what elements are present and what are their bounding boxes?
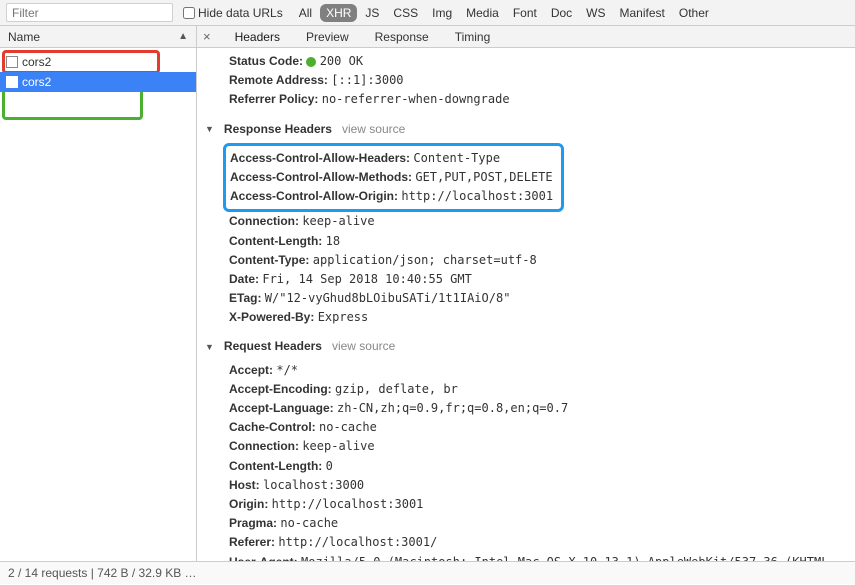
main-split: Name ▲ cors2 cors2 × Headers Preview Respon… (0, 26, 855, 561)
request-header-row: Accept-Encoding: gzip, deflate, br (215, 380, 855, 399)
disclosure-triangle-icon: ▼ (205, 122, 214, 136)
hide-data-urls-checkbox[interactable]: Hide data URLs (183, 6, 283, 20)
type-filter-img[interactable]: Img (426, 4, 458, 22)
request-header-row: Origin: http://localhost:3001 (215, 495, 855, 514)
general-remote-address: Remote Address: [::1]:3000 (215, 71, 855, 90)
annotation-blue-box: Access-Control-Allow-Headers: Content-Ty… (223, 143, 564, 213)
request-row[interactable]: cors2 (0, 52, 196, 72)
type-filter-media[interactable]: Media (460, 4, 505, 22)
request-header-row: User-Agent: Mozilla/5.0 (Macintosh; Inte… (215, 553, 855, 562)
hide-data-urls-box[interactable] (183, 7, 195, 19)
response-header-row: Content-Type: application/json; charset=… (215, 251, 855, 270)
sort-arrow-icon: ▲ (178, 31, 188, 42)
type-filter-all[interactable]: All (293, 4, 318, 22)
detail-tab-bar: × Headers Preview Response Timing (197, 26, 855, 48)
type-filter-css[interactable]: CSS (387, 4, 424, 22)
hide-data-urls-label: Hide data URLs (198, 6, 283, 20)
request-list-pane: Name ▲ cors2 cors2 (0, 26, 197, 561)
response-headers-section[interactable]: ▼ Response Headers view source (205, 120, 855, 139)
request-name: cors2 (22, 75, 51, 89)
response-header-row: Date: Fri, 14 Sep 2018 10:40:55 GMT (215, 270, 855, 289)
request-name: cors2 (22, 55, 51, 69)
status-bar-text: 2 / 14 requests | 742 B / 32.9 KB … (8, 566, 197, 580)
request-row[interactable]: cors2 (0, 72, 196, 92)
network-toolbar: Hide data URLs AllXHRJSCSSImgMediaFontDo… (0, 0, 855, 26)
request-header-row: Accept: */* (215, 361, 855, 380)
type-filter-font[interactable]: Font (507, 4, 543, 22)
status-bar: 2 / 14 requests | 742 B / 32.9 KB … (0, 561, 855, 584)
tab-preview[interactable]: Preview (304, 27, 351, 47)
request-header-row: Pragma: no-cache (215, 514, 855, 533)
name-column-header[interactable]: Name ▲ (0, 26, 196, 48)
response-header-row: X-Powered-By: Express (215, 308, 855, 327)
request-headers-section[interactable]: ▼ Request Headers view source (205, 337, 855, 356)
response-header-row: Access-Control-Allow-Methods: GET,PUT,PO… (230, 168, 553, 187)
tab-headers[interactable]: Headers (233, 27, 282, 47)
disclosure-triangle-icon: ▼ (205, 340, 214, 354)
headers-panel: Status Code: 200 OK Remote Address: [::1… (197, 48, 855, 561)
type-filter-group: AllXHRJSCSSImgMediaFontDocWSManifestOthe… (293, 4, 715, 22)
response-header-row: ETag: W/"12-vyGhud8bLOibuSATi/1t1IAiO/8" (215, 289, 855, 308)
response-header-row: Access-Control-Allow-Headers: Content-Ty… (230, 149, 553, 168)
name-column-label: Name (8, 30, 40, 44)
file-icon (6, 76, 18, 88)
request-header-row: Cache-Control: no-cache (215, 418, 855, 437)
file-icon (6, 56, 18, 68)
view-source-link[interactable]: view source (342, 120, 405, 139)
general-referrer-policy: Referrer Policy: no-referrer-when-downgr… (215, 90, 855, 109)
close-detail-button[interactable]: × (203, 29, 211, 44)
view-source-link[interactable]: view source (332, 337, 395, 356)
tab-response[interactable]: Response (373, 27, 431, 47)
filter-input[interactable] (6, 3, 173, 22)
request-header-row: Connection: keep-alive (215, 437, 855, 456)
request-header-row: Content-Length: 0 (215, 457, 855, 476)
request-header-row: Host: localhost:3000 (215, 476, 855, 495)
request-header-row: Accept-Language: zh-CN,zh;q=0.9,fr;q=0.8… (215, 399, 855, 418)
type-filter-js[interactable]: JS (359, 4, 385, 22)
type-filter-manifest[interactable]: Manifest (614, 4, 671, 22)
response-header-row: Access-Control-Allow-Origin: http://loca… (230, 187, 553, 206)
response-header-row: Content-Length: 18 (215, 232, 855, 251)
response-header-row: Connection: keep-alive (215, 212, 855, 231)
type-filter-other[interactable]: Other (673, 4, 715, 22)
detail-pane: × Headers Preview Response Timing Status Co… (197, 26, 855, 561)
type-filter-doc[interactable]: Doc (545, 4, 578, 22)
request-list: cors2 cors2 (0, 48, 196, 92)
request-header-row: Referer: http://localhost:3001/ (215, 533, 855, 552)
status-dot-icon (306, 57, 316, 67)
type-filter-xhr[interactable]: XHR (320, 4, 357, 22)
type-filter-ws[interactable]: WS (580, 4, 611, 22)
tab-timing[interactable]: Timing (453, 27, 493, 47)
general-status-code: Status Code: 200 OK (215, 52, 855, 71)
